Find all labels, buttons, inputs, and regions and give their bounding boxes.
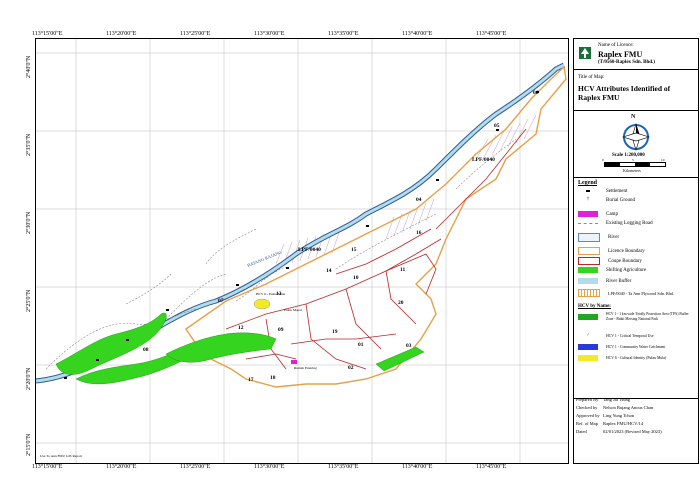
title-label: Title of Map: [578,75,605,80]
footer-row-approved: Approved by Ling Yung Tchon [576,413,635,418]
title-box: Title of Map: HCV Attributes Identified … [574,70,698,111]
legend-settlement: Settlement [578,188,627,194]
legend-hcv1-water: HCV 1 - Community Water Catchment [578,344,665,350]
coupe-boundaries [225,128,527,370]
coord-left-5: 2°20'0"N [26,367,32,390]
legend-shifting: Shifting Agriculture [578,267,646,273]
coupe-label-04: 04 [416,197,422,203]
coord-bottom-5: 113°35'00"E [328,464,359,470]
footer-box: Prepared By Tang Jia Tsung Checked by Nels… [574,395,698,462]
coord-left-3: 2°30'0"N [26,211,32,234]
coupe-label-10: 10 [353,275,359,281]
coupe-label-08: 08 [143,347,149,353]
footer-row-ref: Ref. of Map Raplex FMU/HCV/14 [576,421,644,426]
scale-unit: Kilometers [623,168,641,173]
coupe-label-09: 09 [278,327,284,333]
licence-label: Name of Licence: [598,43,634,48]
coord-left-4: 2°25'0"N [26,289,32,312]
map-canvas[interactable]: 01 02 03 04 05 06 07 08 09 10 11 12 13 1… [36,39,568,463]
hcv6-pulau-mula-area [253,298,271,310]
legend-burial: † Burial Ground [578,197,635,203]
settlement-icon [586,190,590,192]
river-batang-rajang-fill [36,63,565,383]
coupe-label-01: 01 [358,342,364,348]
coord-bottom-2: 113°20'00"E [106,464,137,470]
hcv-title: HCV by Name: [578,304,611,309]
coord-left-1: 2°40'0"N [26,55,32,78]
coord-bottom-7: 113°45'00"E [476,464,507,470]
coord-bottom-4: 113°30'00"E [254,464,285,470]
coupe-label-20: 20 [398,300,404,306]
coupe-label-15: 15 [351,247,357,253]
forest-logo-icon [579,47,591,59]
footer-row-prepared: Prepared By Tang Jia Tsung [576,397,631,402]
legend-licence-boundary: Licence Boundary [578,247,645,255]
scale-tick-0: 0 [602,158,604,162]
coord-top-7: 113°45'00"E [476,31,507,37]
coord-top-1: 113°15'00"E [32,31,63,37]
coupe-label-03: 03 [406,343,412,349]
scale-text: Scale 1:200,000 [612,153,645,158]
rumah-label: Rumah Ensiring [294,366,317,370]
footer-row-dated: Dated 02/01/2023 (Revised May 2023) [576,429,662,434]
legend-camp: Camp [578,211,618,217]
coupe-label-17: 17 [248,377,254,383]
temporal-use-icon: ♂ [586,333,590,338]
coord-top-3: 113°25'00"E [180,31,211,37]
map-credit: Use To Ann FMU GIS Report [40,454,82,458]
licence-box: Name of Licence: Raplex FMU (T/0560-Rapl… [574,39,698,70]
coord-top-6: 113°40'00"E [402,31,433,37]
scale-box: N Scale 1:200,000 0 5 10 Kilometers [574,111,698,178]
coord-top-5: 113°35'00"E [328,31,359,37]
coupe-label-05: 05 [494,123,500,129]
legend-river: River [578,233,619,242]
lpf-label-2: LPF/0040 [472,157,495,163]
camp-marker [291,360,297,364]
legend-lpf: LPF/0040 - Ta Ann Plywood Sdn. Bhd. [578,289,674,297]
river-batang-rajang [36,62,566,384]
coupe-label-02: 02 [348,365,354,371]
pulau-mula-label: HCV 6 - Pulau Mula [256,292,286,296]
coord-left-6: 2°15'0"N [26,433,32,456]
licence-name: Raplex FMU [598,50,643,59]
coord-bottom-6: 113°40'00"E [402,464,433,470]
coupe-label-18: 18 [270,375,276,381]
coord-bottom-3: 113°25'00"E [180,464,211,470]
coord-left-2: 2°35'0"N [26,133,32,156]
coupe-label-19: 19 [332,329,338,335]
legend-river-buffer: River Buffer [578,278,631,284]
legend-road: Existing Logging Road [578,221,653,226]
coupe-label-07: 07 [218,298,224,304]
scale-tick-5: 5 [632,158,634,162]
coupe-label-14: 14 [326,268,332,274]
north-arrow-icon [621,122,651,152]
coupe-label-16: 16 [416,230,422,236]
licence-sub: (T/0560-Raplex Sdn. Bhd.) [598,60,655,65]
legend-box: Legend Settlement † Burial Ground Camp Ex… [574,178,698,399]
coord-bottom-1: 113°15'00"E [32,464,63,470]
legend-title: Legend [578,180,598,186]
legend-coupe-boundary: Coupe Boundary [578,257,642,265]
footer-row-checked: Checked by Nelson Bujang Anous Chan [576,405,654,410]
pulau-mapai-label: Pulau Mapai [284,308,302,312]
coupe-label-12: 12 [238,325,244,331]
scale-tick-10: 10 [661,158,665,162]
info-panel: Name of Licence: Raplex FMU (T/0560-Rapl… [573,38,699,464]
burial-icon: † [586,197,590,202]
north-label: N [631,114,636,120]
legend-hcv1-temporal: ♂ HCV 1 - Critical Temporal Use [578,333,653,339]
coord-top-2: 113°20'00"E [106,31,137,37]
legend-hcv1-tpa: HCV 1 - 1 km wide Totally Protection Are… [578,312,690,322]
map-title: HCV Attributes Identified of Raplex FMU [578,84,671,102]
lpf-label-1: LPF/0040 [298,247,321,253]
legend-hcv6: HCV 6 - Cultural Identity (Pulau Mula) [578,355,666,361]
scale-bar [604,162,666,167]
map-frame[interactable]: 01 02 03 04 05 06 07 08 09 10 11 12 13 1… [35,38,569,464]
coupe-label-06: 06 [533,90,539,96]
coord-top-4: 113°30'00"E [254,31,285,37]
coupe-label-11: 11 [400,267,405,273]
